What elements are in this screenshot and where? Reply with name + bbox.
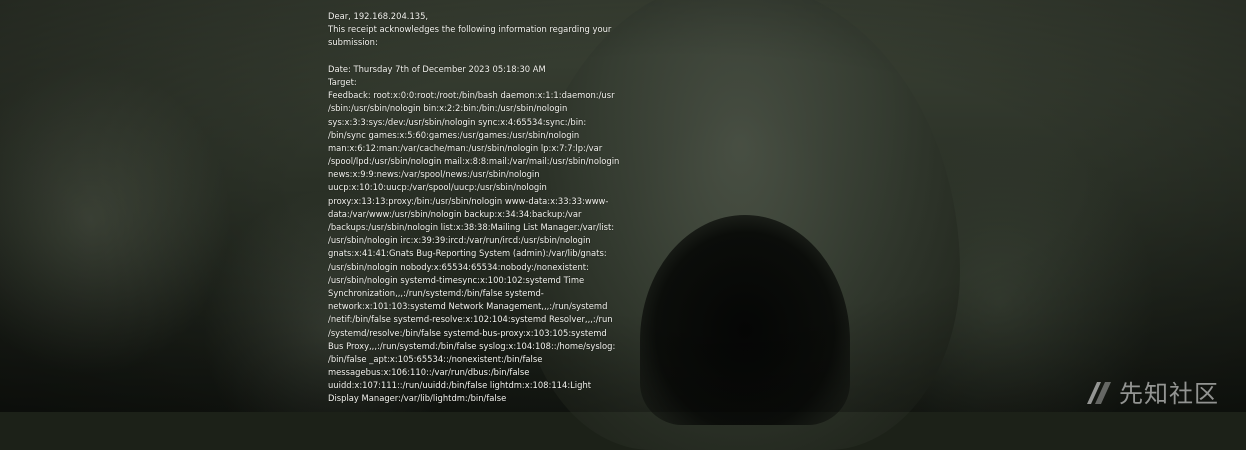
receipt-line: uucp:x:10:10:uucp:/var/spool/uucp:/usr/s… xyxy=(328,182,547,193)
receipt-line: submission: xyxy=(328,37,378,48)
receipt-line: Date: Thursday 7th of December 2023 05:1… xyxy=(328,63,546,74)
receipt-line: /backups:/usr/sbin/nologin list:x:38:38:… xyxy=(328,222,615,232)
receipt-line: /bin/false _apt:x:105:65534::/nonexisten… xyxy=(328,353,543,364)
receipt-line: /spool/lpd:/usr/sbin/nologin mail:x:8:8:… xyxy=(328,156,620,167)
watermark: 先知社区 xyxy=(1085,374,1219,409)
receipt-line: news:x:9:9:news:/var/spool/news:/usr/sbi… xyxy=(328,169,540,180)
receipt-line: Bus Proxy,,,:/run/systemd:/bin/false sys… xyxy=(328,340,616,351)
receipt-line: This receipt acknowledges the following … xyxy=(328,24,612,35)
receipt-line: uuidd:x:107:111::/run/uuidd:/bin/false l… xyxy=(328,380,592,391)
receipt-line: Synchronization,,,:/run/systemd:/bin/fal… xyxy=(328,287,544,298)
receipt-line: Dear, 192.168.204.135, xyxy=(328,11,429,21)
xianzhi-logo-icon xyxy=(1087,381,1111,404)
receipt-line: /netif:/bin/false systemd-resolve:x:102:… xyxy=(328,314,613,325)
receipt-line: /bin/sync games:x:5:60:games:/usr/games:… xyxy=(328,129,580,140)
receipt-line: Target: xyxy=(328,76,357,87)
receipt-line: data:/var/www:/usr/sbin/nologin backup:x… xyxy=(328,208,582,219)
receipt-line: sys:x:3:3:sys:/dev:/usr/sbin/nologin syn… xyxy=(328,116,587,127)
receipt-line: /systemd/resolve:/bin/false systemd-bus-… xyxy=(328,327,607,338)
receipt-line: /usr/sbin/nologin systemd-timesync:x:100… xyxy=(328,274,585,285)
watermark-label: 先知社区 xyxy=(1119,380,1219,408)
receipt-line: network:x:101:103:systemd Network Manage… xyxy=(328,301,608,312)
receipt-line: /usr/sbin/nologin irc:x:39:39:ircd:/var/… xyxy=(328,235,591,246)
receipt-line: Display Manager:/var/lib/lightdm:/bin/fa… xyxy=(328,393,507,404)
receipt-line: gnats:x:41:41:Gnats Bug-Reporting System… xyxy=(328,248,607,259)
receipt-line: proxy:x:13:13:proxy:/bin:/usr/sbin/nolog… xyxy=(328,195,609,206)
receipt-line xyxy=(328,50,628,63)
receipt-line: /sbin:/usr/sbin/nologin bin:x:2:2:bin:/b… xyxy=(328,103,568,114)
receipt-line: man:x:6:12:man:/var/cache/man:/usr/sbin/… xyxy=(328,142,603,153)
receipt-text-block: Dear, 192.168.204.135, This receipt ackno… xyxy=(328,10,628,406)
receipt-line: /usr/sbin/nologin nobody:x:65534:65534:n… xyxy=(328,261,589,272)
receipt-line: messagebus:x:106:110::/var/run/dbus:/bin… xyxy=(328,367,530,378)
receipt-line: Feedback: root:x:0:0:root:/root:/bin/bas… xyxy=(328,90,615,101)
